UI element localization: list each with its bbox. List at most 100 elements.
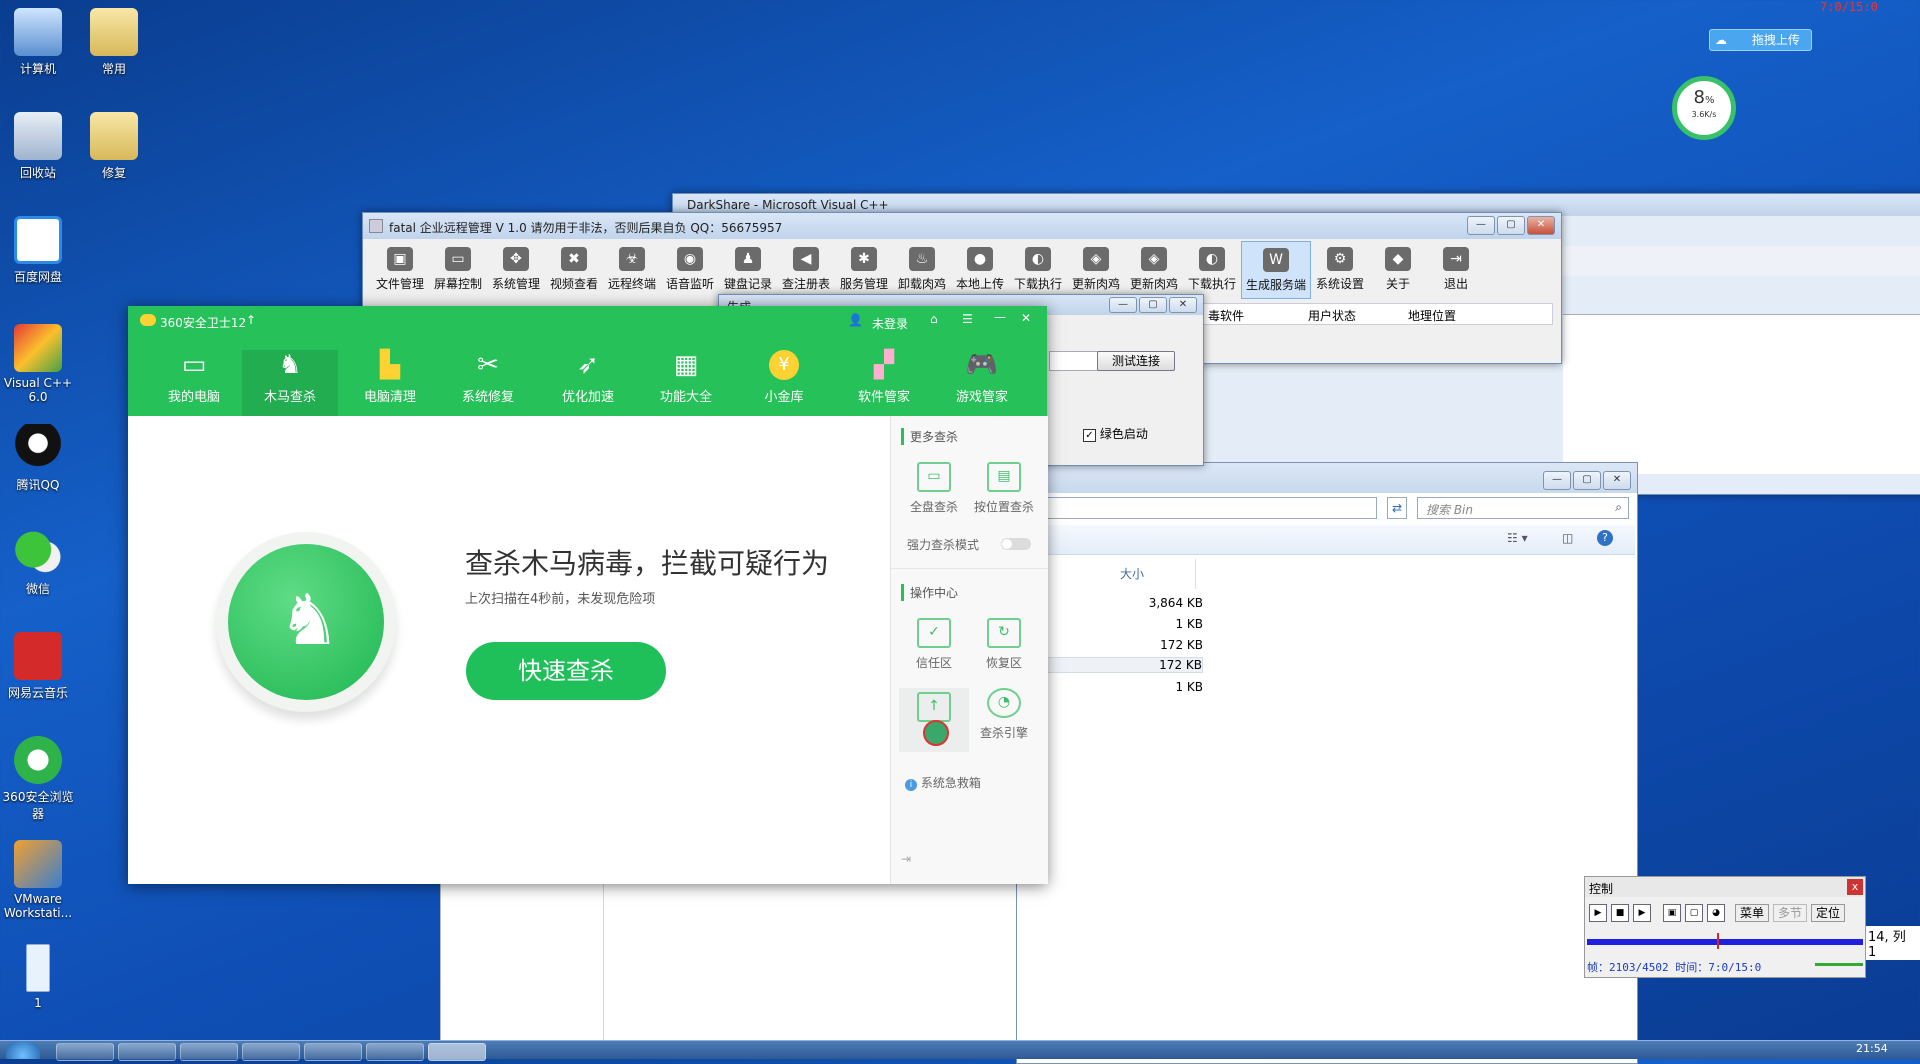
- close-button[interactable]: ✕: [1169, 297, 1197, 313]
- scan-engine-item[interactable]: ◔ 查杀引擎: [969, 688, 1039, 741]
- volume-slider[interactable]: [1815, 963, 1863, 966]
- explorer-search-input[interactable]: 搜索 Bin ⌕: [1417, 497, 1629, 519]
- close-button[interactable]: ✕: [1527, 216, 1555, 235]
- checkbox-icon[interactable]: ✓: [1083, 429, 1096, 442]
- speed-widget[interactable]: 8% 3.6K/s: [1672, 76, 1736, 140]
- minimize-button[interactable]: —: [1467, 216, 1495, 235]
- taskbar-vc[interactable]: [304, 1043, 362, 1061]
- size-column-header[interactable]: 大小: [1120, 565, 1200, 582]
- menu-button[interactable]: 菜单: [1735, 904, 1770, 922]
- toolbar-file-manager[interactable]: ▣ 文件管理: [371, 241, 429, 297]
- toolbar-registry[interactable]: ◀ 查注册表: [777, 241, 835, 297]
- toolbar-settings[interactable]: ⚙ 系统设置: [1311, 241, 1369, 297]
- nav-optimize[interactable]: ➶ 优化加速: [540, 350, 636, 416]
- desktop-icon-file1[interactable]: 1: [0, 944, 78, 1010]
- explorer-address-bar[interactable]: [1017, 497, 1377, 519]
- maximize-button[interactable]: ▢: [1497, 216, 1525, 235]
- view-icon[interactable]: ☷ ▾: [1507, 531, 1528, 545]
- menu-icon[interactable]: ☰: [962, 312, 973, 326]
- toolbar-build-server[interactable]: W 生成服务端: [1241, 241, 1311, 299]
- help-icon[interactable]: ?: [1597, 530, 1613, 546]
- toolbar-remote-terminal[interactable]: ☣ 远程终端: [603, 241, 661, 297]
- desktop-icon-vmware[interactable]: VMware Workstati...: [0, 840, 78, 920]
- full-scan-item[interactable]: ▭ 全盘查杀: [899, 462, 969, 515]
- control-title-bar[interactable]: 控制 x: [1585, 877, 1865, 897]
- stop-icon[interactable]: ■: [1611, 904, 1629, 922]
- explorer-title-bar[interactable]: — ▢ ✕: [1017, 463, 1637, 493]
- fatal-title-bar[interactable]: fatal 企业远程管理 V 1.0 请勿用于非法，否则后果自负 QQ：5667…: [363, 213, 1561, 239]
- taskbar-app[interactable]: [428, 1043, 486, 1061]
- taskbar-360[interactable]: [366, 1043, 424, 1061]
- nav-software-manager[interactable]: ▞ 软件管家: [836, 350, 932, 416]
- next-icon[interactable]: ▶: [1633, 904, 1651, 922]
- refresh-icon[interactable]: ⇄: [1387, 497, 1407, 519]
- maximize-button[interactable]: ▢: [1139, 297, 1167, 313]
- taskbar-ie[interactable]: [56, 1043, 114, 1061]
- user-icon[interactable]: 👤: [848, 313, 863, 327]
- desktop-icon-vc[interactable]: Visual C++ 6.0: [0, 324, 78, 404]
- close-button[interactable]: ✕: [1603, 471, 1631, 490]
- quick-scan-button[interactable]: 快速查杀: [466, 642, 666, 700]
- nav-trojan-scan[interactable]: ♞ 木马查杀: [242, 350, 338, 416]
- control-panel[interactable]: 控制 x ▶ ■ ▶ ▣ ▢ ◕ 菜单 多节 定位 帧：2103/4502 时间…: [1584, 876, 1866, 978]
- desktop-icon-360browser[interactable]: 360安全浏览器: [0, 736, 78, 822]
- nav-all-features[interactable]: ▦ 功能大全: [638, 350, 734, 416]
- search-icon[interactable]: ⌕: [1615, 500, 1622, 515]
- nav-cleanup[interactable]: ▙ 电脑清理: [342, 350, 438, 416]
- desktop-icon-common[interactable]: 常用: [74, 8, 154, 77]
- fit-icon[interactable]: ▣: [1663, 904, 1681, 922]
- close-icon[interactable]: ✕: [1021, 311, 1031, 325]
- column-header[interactable]: 地理位置: [1408, 307, 1456, 324]
- timeline-marker[interactable]: [1716, 933, 1719, 949]
- nav-treasury[interactable]: ¥ 小金库: [736, 350, 832, 416]
- start-button[interactable]: [6, 1041, 40, 1059]
- trust-zone-item[interactable]: ✓ 信任区: [899, 618, 969, 671]
- rescue-link[interactable]: i 系统急救箱: [905, 774, 981, 791]
- toolbar-update-2[interactable]: ◈ 更新肉鸡: [1125, 241, 1183, 297]
- upload-item[interactable]: ↑: [899, 688, 969, 752]
- green-start-checkbox[interactable]: ✓ 绿色启动: [1083, 425, 1148, 442]
- play-icon[interactable]: ▶: [1589, 904, 1607, 922]
- desktop-icon-qq[interactable]: 腾讯QQ: [0, 424, 78, 493]
- toolbar-about[interactable]: ◆ 关于: [1369, 241, 1427, 297]
- toolbar-download-exec[interactable]: ◐ 下载执行: [1009, 241, 1067, 297]
- login-link[interactable]: 未登录: [872, 315, 908, 332]
- minimize-button[interactable]: —: [1543, 471, 1571, 490]
- skin-icon[interactable]: ⌂: [930, 312, 938, 326]
- upload-button[interactable]: ☁ 拖拽上传: [1709, 29, 1812, 51]
- toolbar-exit[interactable]: ⇥ 退出: [1427, 241, 1485, 297]
- toolbar-update[interactable]: ◈ 更新肉鸡: [1067, 241, 1125, 297]
- taskbar-folder[interactable]: [242, 1043, 300, 1061]
- toolbar-keylogger[interactable]: ♟ 键盘记录: [719, 241, 777, 297]
- desktop-icon-computer[interactable]: 计算机: [0, 8, 78, 77]
- column-header[interactable]: 毒软件: [1208, 307, 1244, 324]
- desktop-icon-baidu[interactable]: 百度网盘: [0, 216, 78, 285]
- preview-pane-icon[interactable]: ◫: [1562, 531, 1573, 545]
- locate-button[interactable]: 定位: [1811, 904, 1846, 922]
- desktop-icon-netease[interactable]: 网易云音乐: [0, 632, 78, 701]
- clock[interactable]: 21:54: [1856, 1042, 1888, 1055]
- desktop-icon-wechat[interactable]: 微信: [0, 528, 78, 597]
- toolbar-system-manager[interactable]: ✥ 系统管理: [487, 241, 545, 297]
- nav-my-computer[interactable]: ▭ 我的电脑: [146, 350, 242, 416]
- collapse-icon[interactable]: ⇥: [901, 852, 911, 866]
- toolbar-local-upload[interactable]: ● 本地上传: [951, 241, 1009, 297]
- close-button[interactable]: x: [1847, 879, 1863, 895]
- nav-system-repair[interactable]: ✂ 系统修复: [440, 350, 536, 416]
- upgrade-arrow-icon[interactable]: ↑: [246, 313, 256, 327]
- explorer-window[interactable]: — ▢ ✕ ⇄ 搜索 Bin ⌕ ☷ ▾ ◫ ? 大小 3,864 KB 1 K…: [1016, 462, 1638, 1064]
- minimize-icon[interactable]: —: [994, 310, 1006, 324]
- taskbar-browser[interactable]: [118, 1043, 176, 1061]
- 360-window[interactable]: 360安全卫士12 ↑ 👤 未登录 ⌂ ☰ — ✕ ▭ 我的电脑 ♞ 木马查杀 ▙ 电…: [128, 306, 1048, 884]
- toolbar-service[interactable]: ✱ 服务管理: [835, 241, 893, 297]
- column-header[interactable]: 用户状态: [1308, 307, 1356, 324]
- toolbar-audio-monitor[interactable]: ◉ 语音监听: [661, 241, 719, 297]
- nav-game-manager[interactable]: 🎮 游戏管家: [934, 350, 1030, 416]
- desktop-icon-repair[interactable]: 修复: [74, 112, 154, 181]
- toolbar-video-view[interactable]: ✖ 视频查看: [545, 241, 603, 297]
- maximize-button[interactable]: ▢: [1573, 471, 1601, 490]
- timeline-bar[interactable]: [1587, 933, 1863, 949]
- multi-button[interactable]: 多节: [1773, 904, 1808, 922]
- toolbar-screen-control[interactable]: ▭ 屏幕控制: [429, 241, 487, 297]
- zoom-icon[interactable]: ▢: [1685, 904, 1703, 922]
